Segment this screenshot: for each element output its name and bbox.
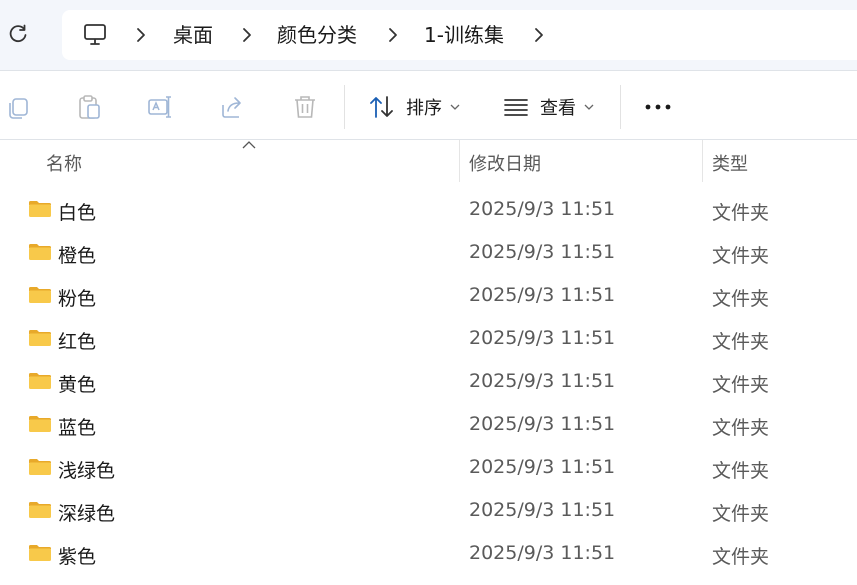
file-modified: 2025/9/3 11:51 xyxy=(469,327,616,349)
file-modified: 2025/9/3 11:51 xyxy=(469,370,616,392)
file-modified: 2025/9/3 11:51 xyxy=(469,284,616,306)
address-breadcrumb-bar[interactable]: 桌面 颜色分类 1-训练集 xyxy=(62,10,857,60)
column-header-name[interactable]: 名称 xyxy=(46,150,82,176)
command-toolbar: 排序 查看 xyxy=(0,70,857,140)
file-name: 黄色 xyxy=(58,374,97,396)
breadcrumb-desktop[interactable]: 桌面 xyxy=(173,22,213,48)
file-name: 橙色 xyxy=(58,245,97,267)
list-item[interactable]: 紫色 2025/9/3 11:51 文件夹 xyxy=(0,532,857,575)
file-name: 红色 xyxy=(58,331,97,353)
file-modified: 2025/9/3 11:51 xyxy=(469,241,616,263)
paste-icon[interactable] xyxy=(75,93,103,121)
refresh-icon xyxy=(9,24,27,43)
file-type: 文件夹 xyxy=(712,460,770,482)
list-item[interactable]: 白色 2025/9/3 11:51 文件夹 xyxy=(0,188,857,231)
breadcrumb-training-set[interactable]: 1-训练集 xyxy=(424,22,504,48)
chevron-down-icon xyxy=(584,104,594,110)
folder-icon xyxy=(29,416,51,432)
breadcrumb-chevron-icon[interactable] xyxy=(386,26,400,44)
delete-icon[interactable] xyxy=(291,93,319,121)
toolbar-separator xyxy=(620,85,621,129)
file-name: 白色 xyxy=(58,202,97,224)
rename-icon[interactable] xyxy=(146,93,174,121)
file-modified: 2025/9/3 11:51 xyxy=(469,198,616,220)
address-bar-area: 桌面 颜色分类 1-训练集 xyxy=(0,0,857,70)
folder-icon xyxy=(29,201,51,217)
chevron-down-icon xyxy=(450,104,460,110)
file-modified: 2025/9/3 11:51 xyxy=(469,542,616,564)
file-type: 文件夹 xyxy=(712,546,770,568)
file-name: 深绿色 xyxy=(58,503,116,525)
folder-icon xyxy=(29,287,51,303)
folder-icon xyxy=(29,459,51,475)
file-type: 文件夹 xyxy=(712,331,770,353)
file-type: 文件夹 xyxy=(712,245,770,267)
more-icon[interactable] xyxy=(644,97,672,117)
breadcrumb-chevron-icon[interactable] xyxy=(532,26,546,44)
file-type: 文件夹 xyxy=(712,374,770,396)
computer-icon[interactable] xyxy=(82,22,108,48)
view-label: 查看 xyxy=(540,98,576,119)
list-item[interactable]: 黄色 2025/9/3 11:51 文件夹 xyxy=(0,360,857,403)
list-item[interactable]: 蓝色 2025/9/3 11:51 文件夹 xyxy=(0,403,857,446)
view-icon xyxy=(504,99,528,116)
folder-icon xyxy=(29,373,51,389)
file-type: 文件夹 xyxy=(712,202,770,224)
sort-icon xyxy=(370,96,393,118)
list-item[interactable]: 红色 2025/9/3 11:51 文件夹 xyxy=(0,317,857,360)
list-item[interactable]: 橙色 2025/9/3 11:51 文件夹 xyxy=(0,231,857,274)
file-name: 粉色 xyxy=(58,288,97,310)
list-item[interactable]: 浅绿色 2025/9/3 11:51 文件夹 xyxy=(0,446,857,489)
file-list: 白色 2025/9/3 11:51 文件夹 橙色 2025/9/3 11:51 … xyxy=(0,188,857,575)
sort-button[interactable]: 排序 xyxy=(368,91,460,123)
sort-label: 排序 xyxy=(406,98,442,119)
file-type: 文件夹 xyxy=(712,503,770,525)
copy-icon[interactable] xyxy=(4,93,32,121)
file-name: 浅绿色 xyxy=(58,460,116,482)
file-modified: 2025/9/3 11:51 xyxy=(469,413,616,435)
file-type: 文件夹 xyxy=(712,417,770,439)
view-button[interactable]: 查看 xyxy=(502,91,594,123)
column-header-modified[interactable]: 修改日期 xyxy=(469,150,541,176)
folder-icon xyxy=(29,244,51,260)
folder-icon xyxy=(29,545,51,561)
file-name: 蓝色 xyxy=(58,417,97,439)
file-name: 紫色 xyxy=(58,546,97,568)
file-modified: 2025/9/3 11:51 xyxy=(469,456,616,478)
sort-ascending-icon xyxy=(242,141,256,149)
file-type: 文件夹 xyxy=(712,288,770,310)
list-item[interactable]: 深绿色 2025/9/3 11:51 文件夹 xyxy=(0,489,857,532)
refresh-button[interactable] xyxy=(4,20,32,48)
breadcrumb-chevron-icon[interactable] xyxy=(134,26,148,44)
toolbar-separator xyxy=(344,85,345,129)
folder-icon xyxy=(29,502,51,518)
column-header-type[interactable]: 类型 xyxy=(712,150,748,176)
breadcrumb-chevron-icon[interactable] xyxy=(240,26,254,44)
column-header-row: 名称 修改日期 类型 xyxy=(0,140,857,182)
file-explorer-window: 桌面 颜色分类 1-训练集 排序 查看 名称 修改日期 类型 白色 2025/9… xyxy=(0,0,857,585)
share-icon[interactable] xyxy=(219,93,247,121)
column-divider[interactable] xyxy=(459,140,460,182)
file-modified: 2025/9/3 11:51 xyxy=(469,499,616,521)
folder-icon xyxy=(29,330,51,346)
list-item[interactable]: 粉色 2025/9/3 11:51 文件夹 xyxy=(0,274,857,317)
column-divider[interactable] xyxy=(702,140,703,182)
breadcrumb-color-classification[interactable]: 颜色分类 xyxy=(277,22,357,48)
